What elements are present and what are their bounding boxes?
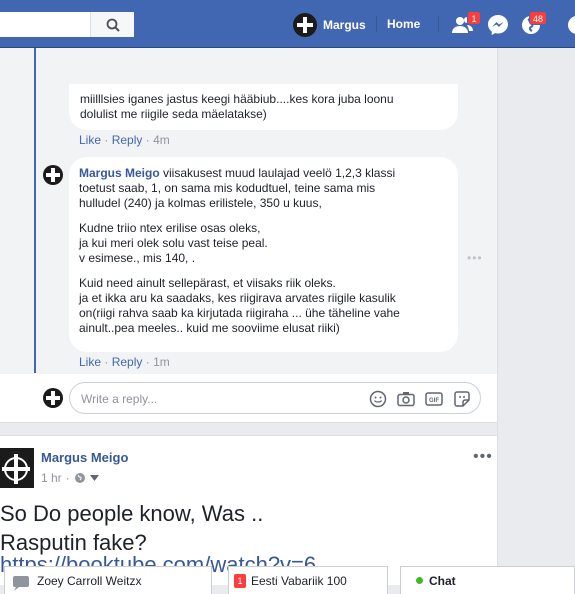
comment-paragraph: Kuid need ainult sellepärast, et viisaks… [79, 276, 400, 335]
comment-paragraph: Kudne triio ntex erilise osas oleks, ja … [79, 221, 268, 265]
comment-actions: Like · Reply · 1m [79, 355, 170, 369]
separator: · [145, 355, 154, 369]
user-name: Margus [323, 17, 366, 32]
reply-input[interactable]: Write a reply... GIF [69, 382, 481, 414]
right-sidebar [497, 48, 575, 568]
avatar[interactable] [0, 448, 34, 488]
post-card: Margus Meigo 1 hr · ••• So Do people kno… [0, 435, 497, 585]
reply-placeholder: Write a reply... [81, 392, 158, 406]
reply-link[interactable]: Reply [112, 133, 143, 147]
search-button[interactable] [90, 12, 134, 37]
chat-bar: Zoey Carroll Weitzx 1 Eesti Vabariik 100… [0, 566, 575, 594]
post-author[interactable]: Margus Meigo [41, 450, 128, 465]
gif-icon[interactable]: GIF [424, 389, 444, 409]
chat-tab-label: Zoey Carroll Weitzx [37, 573, 142, 588]
reply-thread-line [34, 48, 36, 373]
chat-tab[interactable]: 1 Eesti Vabariik 100 [228, 566, 388, 594]
svg-text:GIF: GIF [429, 398, 439, 404]
online-status-icon [416, 577, 423, 584]
audience-globe-icon[interactable] [74, 472, 86, 484]
comment-author[interactable]: Margus Meigo [79, 166, 160, 180]
notifications-button[interactable]: 48 [520, 11, 548, 36]
avatar [43, 388, 63, 408]
sticker-icon[interactable] [452, 389, 472, 409]
like-link[interactable]: Like [79, 355, 101, 369]
messenger-button[interactable] [487, 14, 511, 36]
chevron-down-icon[interactable] [89, 475, 99, 481]
divider [438, 16, 439, 32]
search-icon [106, 18, 120, 32]
comment-text-rest: toetust saab, 1, on sama mis kodudtuel, … [79, 181, 376, 210]
divider [376, 16, 377, 32]
comment-actions: Like · Reply · 4m [79, 133, 170, 147]
camera-icon[interactable] [396, 389, 416, 409]
separator: · [104, 355, 112, 369]
notifications-badge: 48 [529, 11, 548, 25]
like-link[interactable]: Like [79, 133, 101, 147]
chat-sidebar-toggle[interactable]: Chat [400, 566, 575, 594]
comment-text: Margus Meigo viisakusest muud laulajad v… [79, 166, 446, 181]
post-time[interactable]: 1 hr [41, 471, 62, 485]
post-options-icon[interactable]: ••• [473, 448, 493, 466]
home-link[interactable]: Home [387, 17, 420, 31]
post-meta: 1 hr · [41, 471, 99, 485]
comment-bubble: miilllsies iganes jastus keegi hääbiub..… [69, 84, 458, 130]
separator: · [104, 133, 112, 147]
messenger-icon [488, 15, 508, 35]
chat-tab[interactable]: Zoey Carroll Weitzx [4, 566, 212, 594]
comment-bubble: Margus Meigo viisakusest muud laulajad v… [69, 157, 458, 352]
search-bar[interactable] [0, 12, 134, 37]
post-text: So Do people know, Was .. Rasputin fake? [0, 501, 264, 555]
chat-unread-badge: 1 [234, 573, 246, 588]
separator: · [145, 133, 154, 147]
friend-requests-badge: 1 [467, 11, 481, 25]
profile-link[interactable]: Margus [293, 12, 366, 37]
comment-time[interactable]: 1m [153, 355, 170, 369]
chat-label: Chat [429, 573, 456, 588]
comment-options-icon[interactable]: ••• [467, 251, 483, 265]
quick-help-button[interactable] [566, 14, 575, 36]
chat-bubbles-icon [13, 575, 29, 591]
friend-requests-button[interactable]: 1 [451, 11, 481, 36]
chat-tab-label: Eesti Vabariik 100 [251, 573, 347, 588]
comment-text-first: viisakusest muud laulajad veelö 1,2,3 kl… [163, 166, 396, 180]
avatar [293, 12, 317, 37]
top-navigation-bar: Margus Home 1 48 [0, 0, 575, 48]
comment-text: miilllsies iganes jastus keegi hääbiub..… [80, 92, 394, 121]
comment-time[interactable]: 4m [153, 133, 170, 147]
avatar[interactable] [43, 165, 63, 185]
help-icon [568, 16, 575, 34]
emoji-icon[interactable] [368, 389, 388, 409]
reply-link[interactable]: Reply [112, 355, 143, 369]
separator: · [65, 471, 70, 485]
